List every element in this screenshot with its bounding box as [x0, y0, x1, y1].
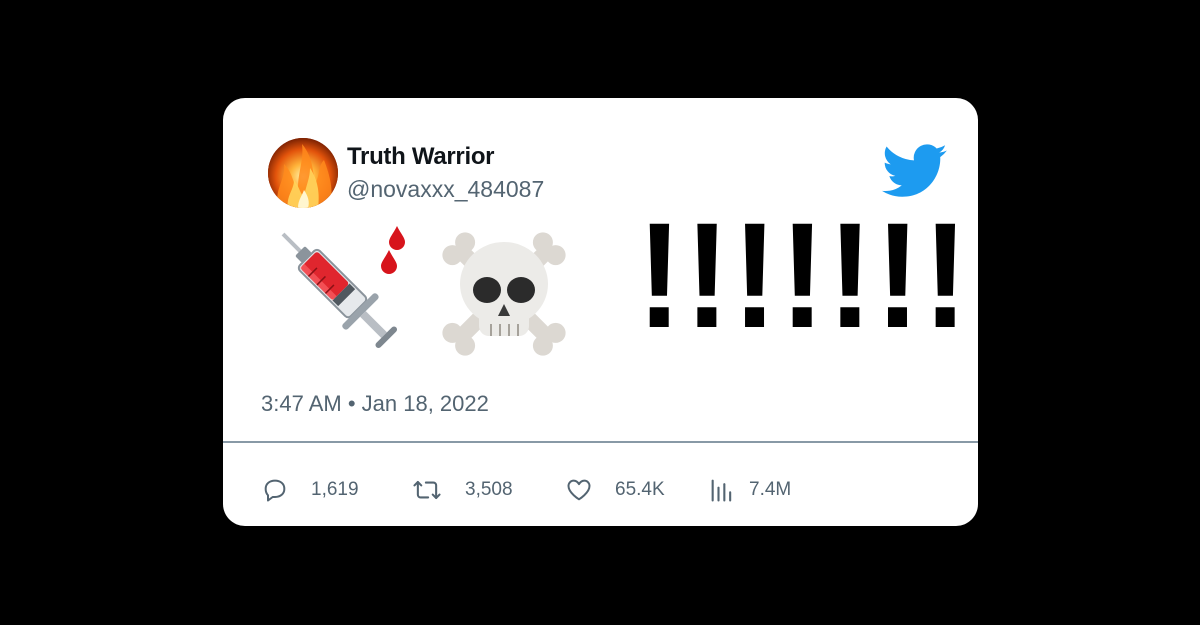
twitter-bird-icon[interactable] — [882, 144, 948, 198]
retweet-count: 3,508 — [465, 479, 513, 500]
tweet-timestamp[interactable]: 3:47 AM • Jan 18, 2022 — [261, 391, 489, 417]
skull-and-crossbones-emoji — [442, 232, 566, 356]
reply-count: 1,619 — [311, 479, 359, 500]
divider — [223, 441, 978, 443]
retweet-button[interactable]: 3,508 — [411, 470, 513, 510]
tweet-card: Truth Warrior @novaxxx_484087 !!!!!!!!!!… — [223, 98, 1111, 526]
display-name[interactable]: Truth Warrior — [347, 143, 495, 171]
views-button[interactable]: 7.4M — [709, 470, 791, 510]
tweet-text: !!!!!!!!!! — [637, 191, 1114, 359]
reply-button[interactable]: 1,619 — [261, 470, 359, 510]
like-count: 65.4K — [615, 479, 665, 500]
like-button[interactable]: 65.4K — [565, 470, 665, 510]
user-handle[interactable]: @novaxxx_484087 — [347, 176, 544, 203]
fire-avatar-image — [268, 138, 338, 208]
views-icon — [709, 476, 735, 504]
heart-icon — [565, 476, 593, 504]
tweet-body: !!!!!!!!!! — [261, 200, 1111, 365]
blood-drop-emoji — [389, 226, 405, 250]
syringe-emoji — [281, 226, 405, 349]
views-count: 7.4M — [749, 479, 792, 500]
reply-icon — [261, 476, 289, 504]
avatar[interactable] — [268, 138, 338, 208]
retweet-icon — [411, 476, 443, 504]
